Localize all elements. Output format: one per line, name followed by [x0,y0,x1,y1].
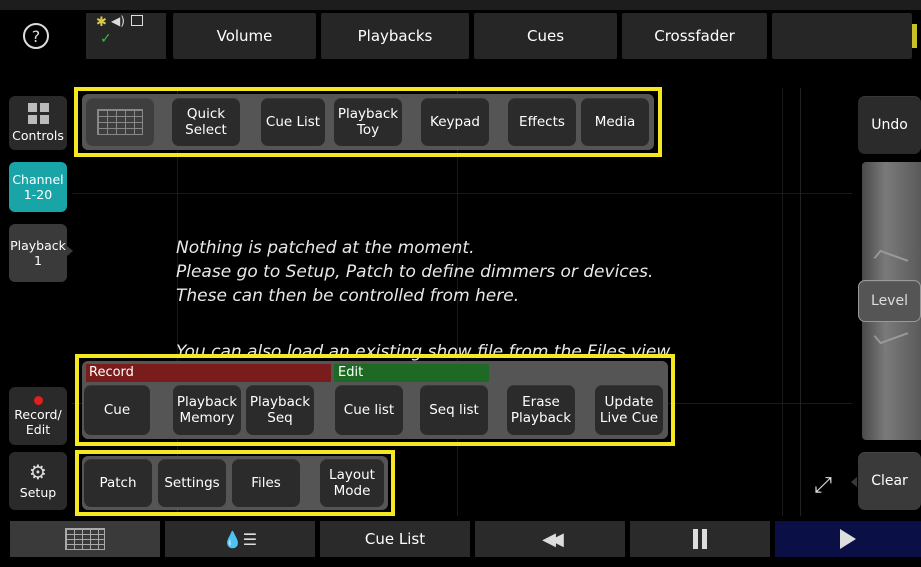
tab-indicator [912,24,917,48]
record-cue-button[interactable]: Cue [84,385,150,435]
settings-button[interactable]: Settings [158,459,226,507]
message-line-3: These can then be controlled from here. [176,286,520,306]
clear-arrow-icon [851,477,857,487]
tab-more[interactable] [772,13,912,59]
sidebar-playback-button[interactable]: Playback 1 [9,224,67,282]
playback-toy-button[interactable]: Playback Toy [334,98,402,146]
update-live-cue-button[interactable]: Update Live Cue [595,385,663,435]
speaker-icon: ◀) [111,14,125,28]
patch-button[interactable]: Patch [84,459,152,507]
playback-arrow-icon [67,246,73,256]
right-divider [800,88,801,516]
edit-header: Edit [334,364,489,382]
sidebar-channel-button[interactable]: Channel 1-20 [9,162,67,212]
edit-cue-list-button[interactable]: Cue list [335,385,403,435]
pause-icon [693,529,707,549]
erase-playback-button[interactable]: Erase Playback [507,385,575,435]
media-button[interactable]: Media [581,98,649,146]
zoom-fit-icon[interactable]: ⤢ [808,470,838,500]
image-icon [131,15,143,26]
cue-list-button[interactable]: Cue List [261,98,325,146]
rewind-icon: ◀◀ [542,528,564,550]
bottom-cue-list-button[interactable]: Cue List [320,521,470,557]
grid-icon [65,528,105,550]
keypad-button[interactable]: Keypad [421,98,489,146]
level-button[interactable]: Level [858,280,921,322]
gear-icon: ⚙ [29,460,47,484]
undo-button[interactable]: Undo [858,96,921,154]
fader-up-icon [873,249,909,269]
tab-playbacks[interactable]: Playbacks [321,13,469,59]
files-button[interactable]: Files [232,459,300,507]
bottom-color-button[interactable]: 💧☰ [165,521,315,557]
play-button[interactable] [775,521,921,557]
sidebar-controls-label: Controls [12,128,64,143]
clear-button[interactable]: Clear [858,452,921,510]
sidebar-setup-button[interactable]: ⚙ Setup [9,452,67,510]
sidebar-controls-button[interactable]: Controls [9,96,67,150]
fader-down-icon [873,325,909,345]
record-playback-memory-button[interactable]: Playback Memory [173,385,241,435]
tab-volume[interactable]: Volume [173,13,316,59]
rewind-button[interactable]: ◀◀ [475,521,625,557]
sidebar-setup-label: Setup [19,485,57,500]
bottom-grid-button[interactable] [10,521,160,557]
message-line-2: Please go to Setup, Patch to define dimm… [176,262,654,282]
play-icon [840,529,856,549]
color-picker-icon: 💧☰ [222,529,258,549]
controls-grid-button[interactable] [86,98,154,146]
tab-cues[interactable]: Cues [474,13,617,59]
sidebar-record-edit-button[interactable]: Record/ Edit [9,387,67,445]
layout-mode-button[interactable]: Layout Mode [320,459,384,507]
record-header: Record [86,364,331,382]
record-dot-icon [33,395,43,405]
record-playback-seq-button[interactable]: Playback Seq [246,385,314,435]
help-circle-icon: ? [23,23,49,49]
grid-icon [27,103,49,124]
tab-crossfader[interactable]: Crossfader [622,13,767,59]
sidebar-record-edit-label: Record/ Edit [14,406,62,437]
edit-seq-list-button[interactable]: Seq list [420,385,488,435]
channel-grid-icon [97,109,143,135]
effects-button[interactable]: Effects [508,98,576,146]
pause-button[interactable] [630,521,770,557]
message-line-1: Nothing is patched at the moment. [176,238,475,258]
status-indicators[interactable]: ✱ ◀) ✓ [86,13,166,59]
quick-select-button[interactable]: Quick Select [172,98,240,146]
check-icon: ✓ [100,31,112,47]
brightness-icon: ✱ [96,15,107,30]
help-button[interactable]: ? [16,16,56,56]
